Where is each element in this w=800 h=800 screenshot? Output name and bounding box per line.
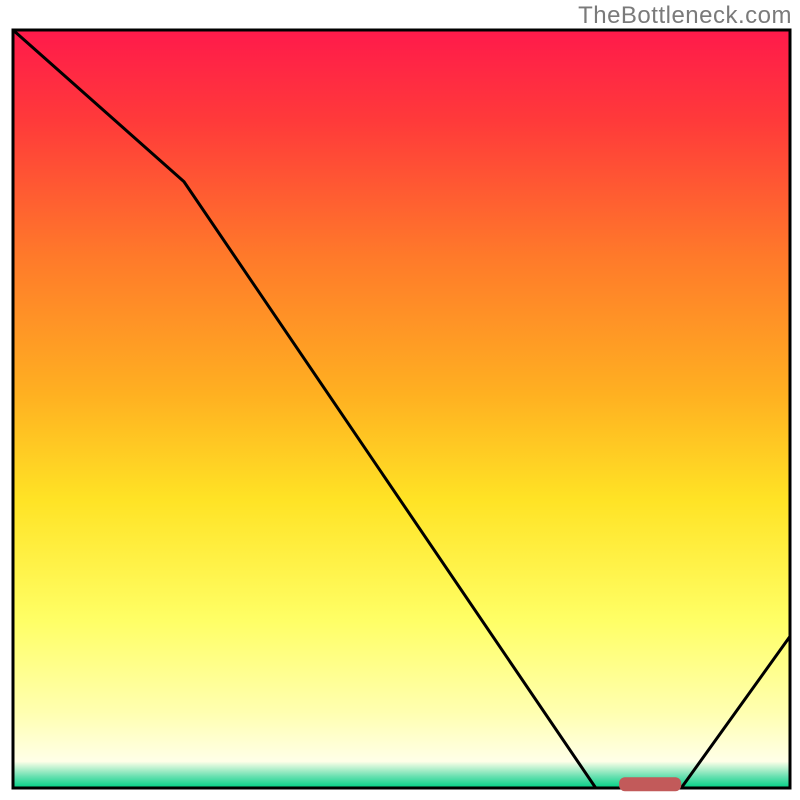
- sweet-spot-marker: [619, 777, 681, 791]
- bottleneck-chart: [0, 0, 800, 800]
- plot-background: [13, 30, 790, 788]
- chart-frame: TheBottleneck.com: [0, 0, 800, 800]
